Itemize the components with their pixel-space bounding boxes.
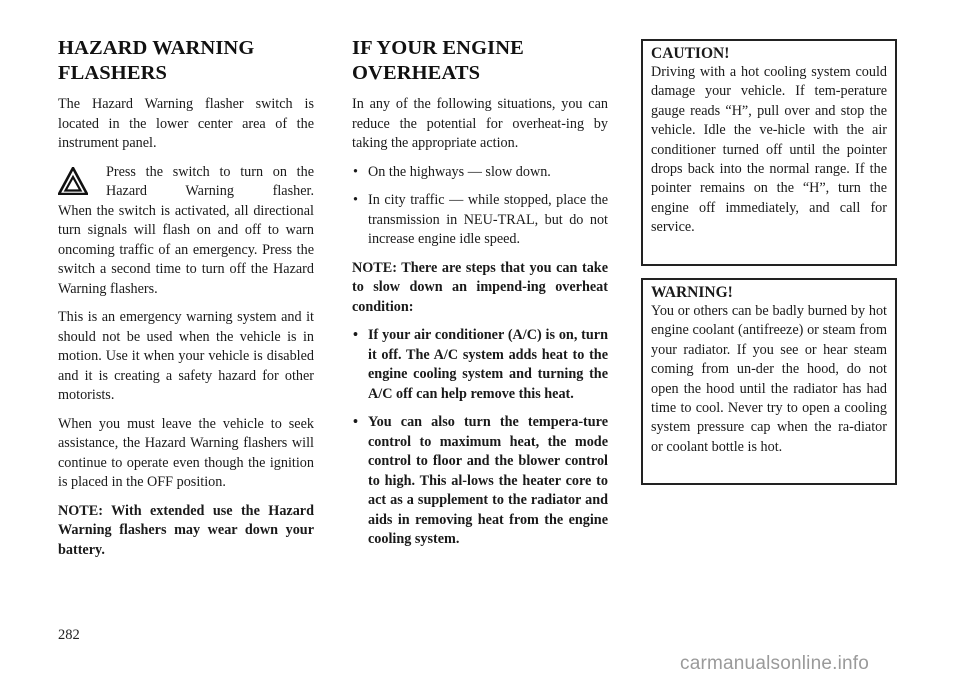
hazard-battery-note: NOTE: With extended use the Hazard Warni… xyxy=(58,502,314,558)
caution-body: Driving with a hot cooling system could … xyxy=(651,64,887,236)
section-title-engine-overheats: IF YOUR ENGINE OVERHEATS xyxy=(352,37,524,84)
overheat-actions-list: • On the highways — slow down. • In city… xyxy=(352,163,608,250)
list-item-text: You can also turn the tempera-ture contr… xyxy=(368,414,608,547)
list-item: • You can also turn the tempera-ture con… xyxy=(352,413,608,550)
list-item-text: On the highways — slow down. xyxy=(368,163,551,180)
hazard-activation-text: When the switch is activated, all di­rec… xyxy=(58,202,314,297)
warning-box: WARNING! You or others can be badly burn… xyxy=(641,278,897,485)
caution-heading: CAUTION! xyxy=(651,45,730,62)
overheat-steps-list: • If your air conditioner (A/C) is on, t… xyxy=(352,326,608,550)
hazard-warning-triangle-icon xyxy=(58,166,88,195)
list-item: • If your air conditioner (A/C) is on, t… xyxy=(352,326,608,404)
list-item: • On the highways — slow down. xyxy=(352,163,608,183)
hazard-press-paragraph: Press the switch to turn on the Hazard W… xyxy=(58,163,314,300)
bullet-icon: • xyxy=(353,327,358,343)
hazard-flashers-section: HAZARD WARNING FLASHERS The Hazard Warni… xyxy=(58,36,314,569)
overheat-note: NOTE: There are steps that you can take … xyxy=(352,259,608,315)
engine-overheats-section: IF YOUR ENGINE OVERHEATS In any of the f… xyxy=(352,36,608,559)
list-item-text: In city traffic — while stopped, place t… xyxy=(368,192,608,247)
list-item: • In city traffic — while stopped, place… xyxy=(352,191,608,250)
hazard-intro-paragraph: The Hazard Warning flasher switch is loc… xyxy=(58,96,314,151)
hazard-leave-vehicle-paragraph: When you must leave the vehicle to seek … xyxy=(58,415,314,491)
list-item-text: If your air conditioner (A/C) is on, tur… xyxy=(368,327,608,402)
caution-box: CAUTION! Driving with a hot cooling syst… xyxy=(641,39,897,266)
overheat-intro-paragraph: In any of the following situations, you … xyxy=(352,96,608,151)
hazard-emergency-paragraph: This is an emergency warning system and … xyxy=(58,309,314,403)
warning-heading: WARNING! xyxy=(651,284,733,301)
bullet-icon: • xyxy=(353,414,358,430)
hazard-press-text: Press the switch to turn on the Hazard W… xyxy=(106,163,314,200)
watermark: carmanualsonline.info xyxy=(680,653,870,674)
page-number: 282 xyxy=(58,627,80,643)
bullet-icon: • xyxy=(353,163,358,180)
bullet-icon: • xyxy=(353,192,358,208)
section-title-hazard-warning-flashers: HAZARD WARNING FLASHERS xyxy=(58,37,255,84)
warning-body: You or others can be badly burned by hot… xyxy=(651,303,887,455)
